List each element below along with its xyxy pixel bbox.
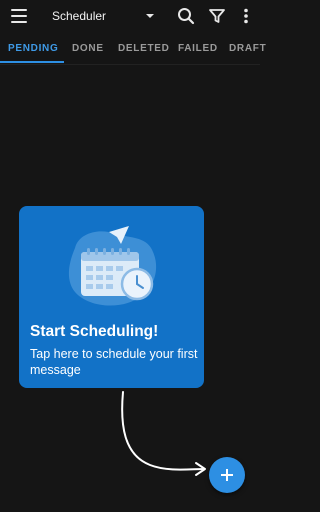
card-description: Tap here to schedule your first message [30, 347, 198, 377]
app-bar: Scheduler [0, 0, 260, 32]
tab-draft[interactable]: DRAFT [229, 36, 266, 64]
filter-icon[interactable] [207, 6, 227, 26]
app-title: Scheduler [52, 9, 107, 23]
app-selector-dropdown[interactable]: Scheduler [52, 7, 156, 25]
more-vert-icon[interactable] [236, 6, 256, 26]
calendar-clock-illustration [68, 226, 157, 306]
menu-icon[interactable] [11, 9, 27, 23]
tab-deleted[interactable]: DELETED [118, 36, 170, 64]
tab-done[interactable]: DONE [72, 36, 104, 64]
start-scheduling-card[interactable]: Start Scheduling! Tap here to schedule y… [19, 206, 204, 388]
tab-failed[interactable]: FAILED [178, 36, 218, 64]
tab-pending[interactable]: PENDING [8, 36, 58, 64]
card-title: Start Scheduling! [30, 323, 159, 340]
status-tabs: PENDING DONE DELETED FAILED DRAFT [0, 36, 266, 64]
search-icon[interactable] [176, 6, 196, 26]
add-schedule-button[interactable] [209, 457, 245, 493]
caret-down-icon [146, 14, 154, 18]
divider [0, 64, 260, 65]
curved-arrow-icon [121, 391, 206, 476]
clock-icon [120, 267, 154, 301]
active-tab-indicator [0, 61, 64, 63]
